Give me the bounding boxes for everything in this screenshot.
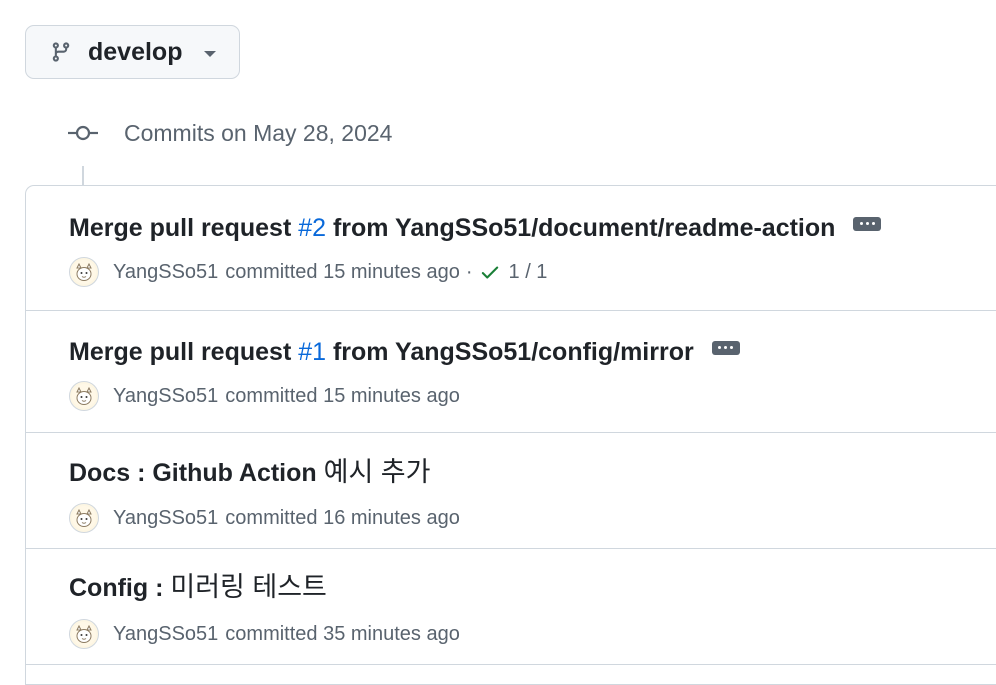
- pull-request-link[interactable]: #2: [298, 214, 326, 242]
- avatar[interactable]: [69, 381, 99, 411]
- commit-row: Config : 미러링 테스트 YangSSo51 committed 35 …: [26, 549, 996, 665]
- branch-selector-button[interactable]: develop: [25, 25, 240, 79]
- commit-time: committed 15 minutes ago: [225, 384, 460, 407]
- avatar[interactable]: [69, 619, 99, 649]
- commit-group-date: Commits on May 28, 2024: [124, 119, 393, 146]
- commit-author-link[interactable]: YangSSo51: [113, 507, 218, 530]
- status-separator: ·: [465, 260, 473, 283]
- pull-request-link[interactable]: #1: [298, 338, 326, 366]
- commit-row: Merge pull request #1 from YangSSo51/con…: [26, 311, 996, 433]
- avatar[interactable]: [69, 503, 99, 533]
- commit-time: committed 16 minutes ago: [225, 506, 460, 529]
- git-commit-icon: [68, 118, 98, 148]
- commit-title-link[interactable]: Merge pull request #1 from YangSSo51/con…: [69, 338, 694, 367]
- commit-time: committed 35 minutes ago: [225, 622, 460, 645]
- commit-time: committed 15 minutes ago: [225, 260, 460, 283]
- expand-commit-message-button[interactable]: [711, 340, 740, 355]
- commit-author-link[interactable]: YangSSo51: [113, 261, 218, 284]
- commit-title-link[interactable]: Merge pull request #2 from YangSSo51/doc…: [69, 214, 835, 243]
- commit-author-link[interactable]: YangSSo51: [113, 385, 218, 408]
- avatar[interactable]: [69, 257, 99, 287]
- commit-group-header: Commits on May 28, 2024: [68, 118, 392, 148]
- checks-status-count[interactable]: 1 / 1: [509, 261, 548, 284]
- check-icon[interactable]: [479, 261, 501, 283]
- branch-name: develop: [88, 37, 183, 66]
- commit-author-link[interactable]: YangSSo51: [113, 623, 218, 646]
- expand-commit-message-button[interactable]: [853, 216, 882, 231]
- commit-title-link[interactable]: Docs : Github Action 예시 추가: [69, 450, 431, 489]
- chevron-down-icon: [204, 50, 217, 57]
- commit-row: Docs : Github Action 예시 추가 YangSSo51 com…: [26, 433, 996, 549]
- commit-title-link[interactable]: Config : 미러링 테스트: [69, 565, 327, 604]
- commit-row: Merge pull request #2 from YangSSo51/doc…: [26, 186, 996, 311]
- timeline-connector: [82, 166, 84, 186]
- git-branch-icon: [50, 40, 72, 64]
- commit-list: Merge pull request #2 from YangSSo51/doc…: [25, 185, 996, 685]
